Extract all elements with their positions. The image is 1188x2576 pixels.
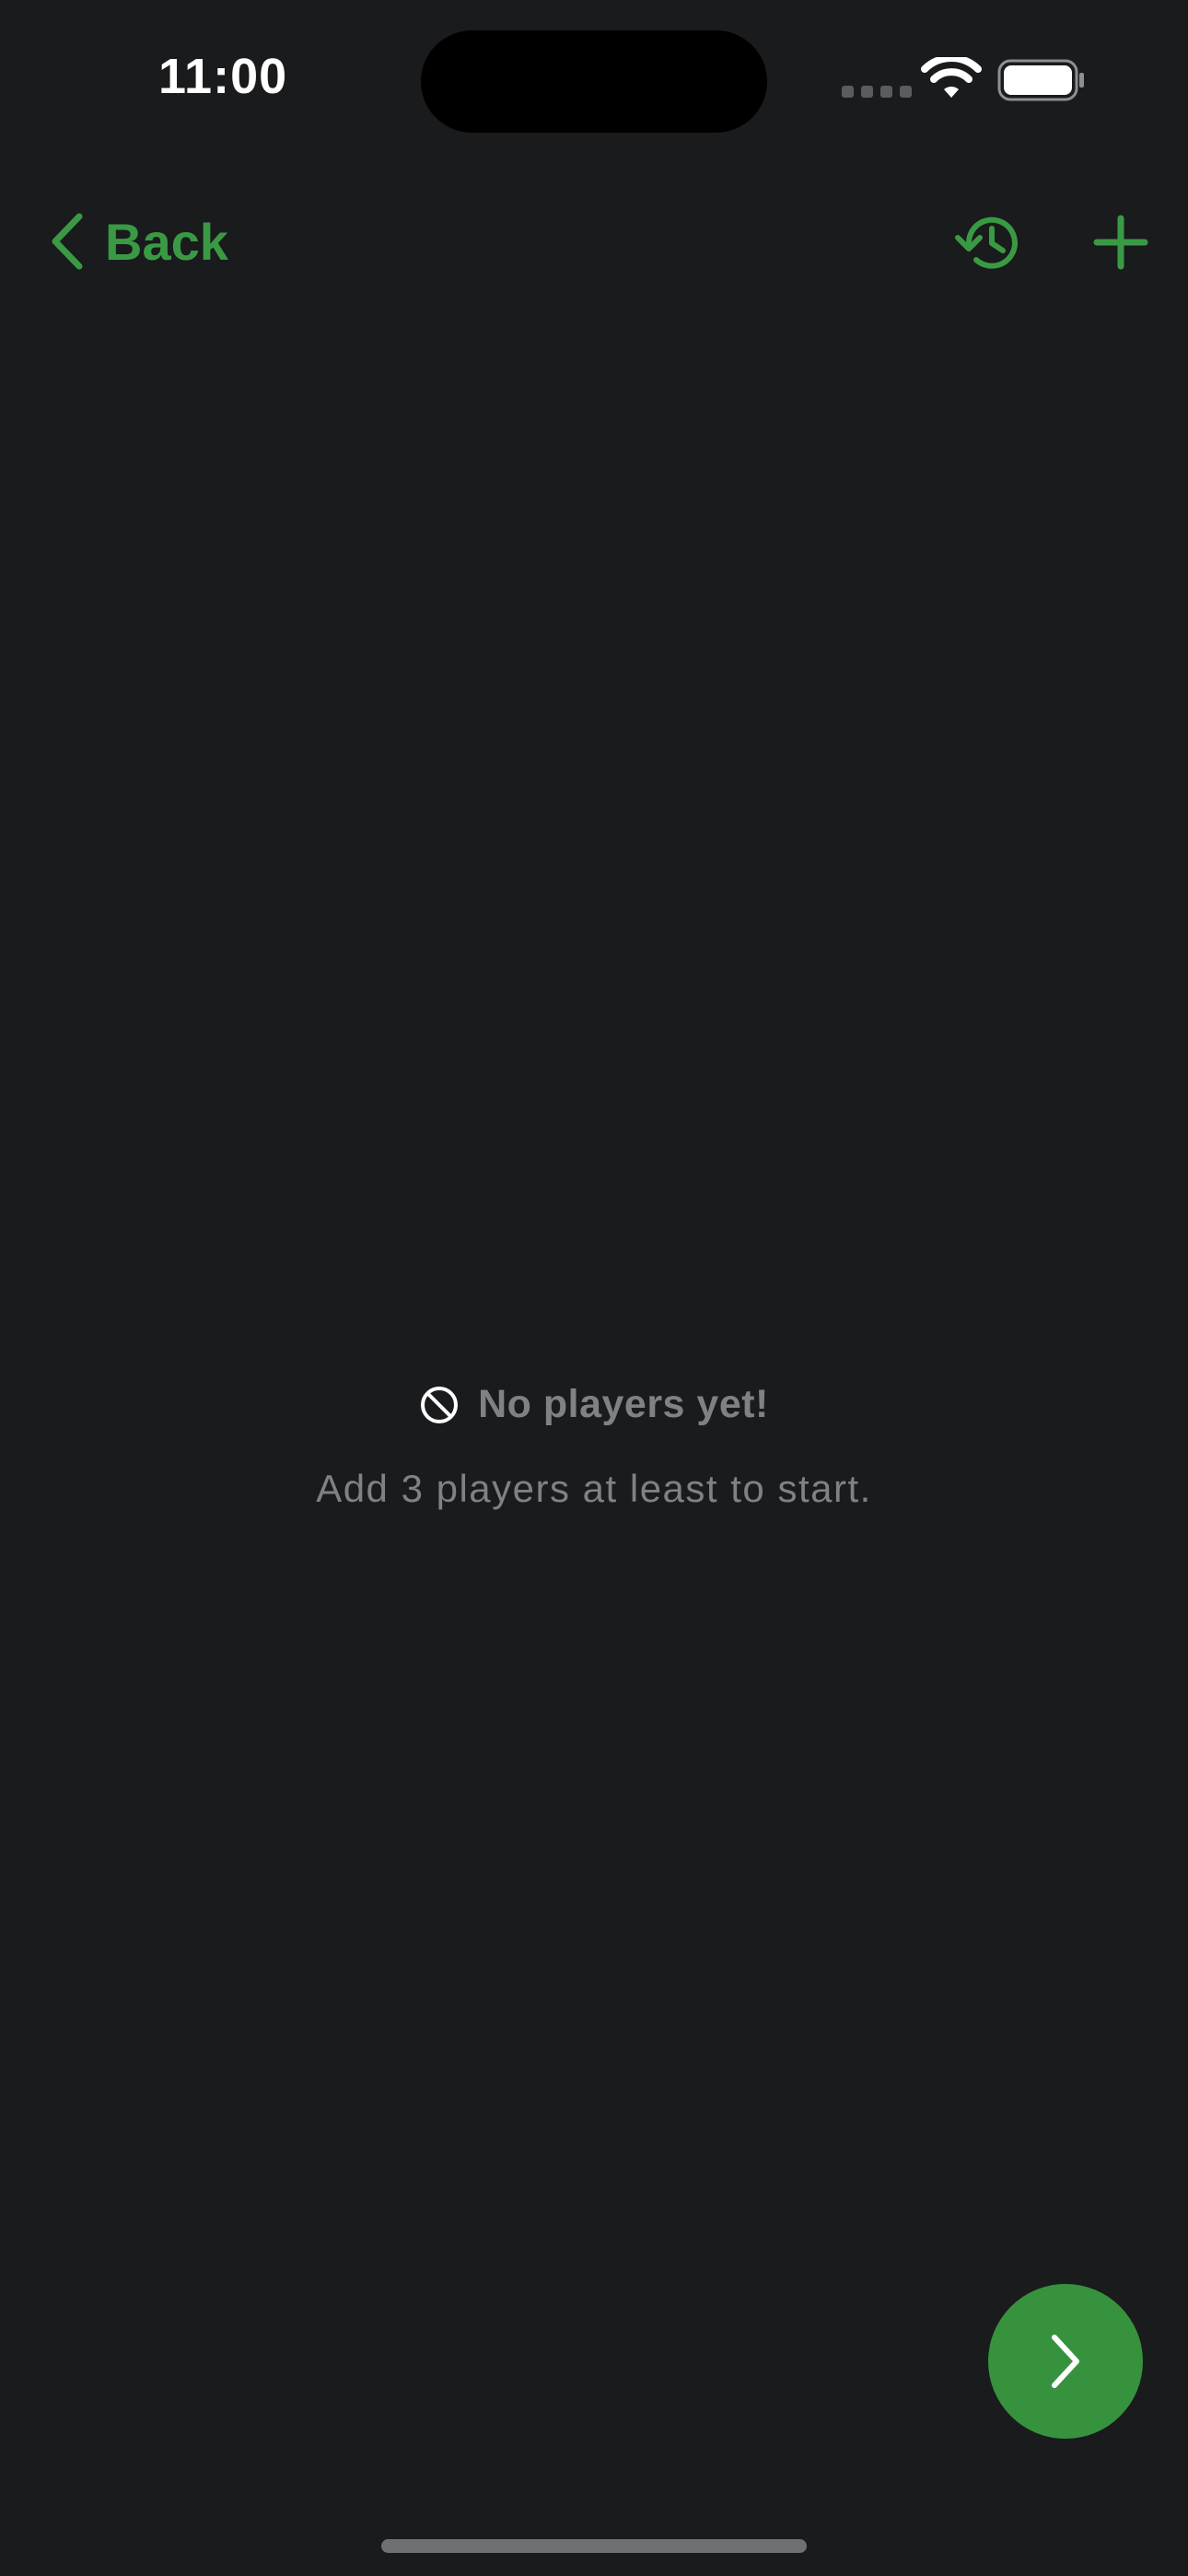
back-label: Back [105, 212, 228, 271]
battery-icon [997, 59, 1084, 101]
history-icon[interactable] [954, 210, 1026, 275]
home-indicator[interactable] [381, 2539, 807, 2553]
dynamic-island [421, 30, 767, 133]
players-screen: 11:00 Back No players yet! Add 3 players… [0, 0, 1188, 2576]
status-time: 11:00 [158, 49, 288, 104]
wifi-icon [921, 57, 982, 98]
next-button[interactable] [988, 2284, 1143, 2439]
block-icon [421, 1386, 459, 1423]
chevron-right-icon [1052, 2335, 1079, 2388]
cellular-signal-icon [842, 86, 912, 98]
empty-state-subtitle: Add 3 players at least to start. [316, 1467, 872, 1510]
back-button[interactable]: Back [46, 205, 228, 278]
chevron-left-icon [52, 213, 83, 270]
empty-state-title: No players yet! [478, 1382, 769, 1426]
empty-state-header: No players yet! [0, 1382, 1188, 1427]
plus-icon[interactable] [1092, 214, 1149, 271]
